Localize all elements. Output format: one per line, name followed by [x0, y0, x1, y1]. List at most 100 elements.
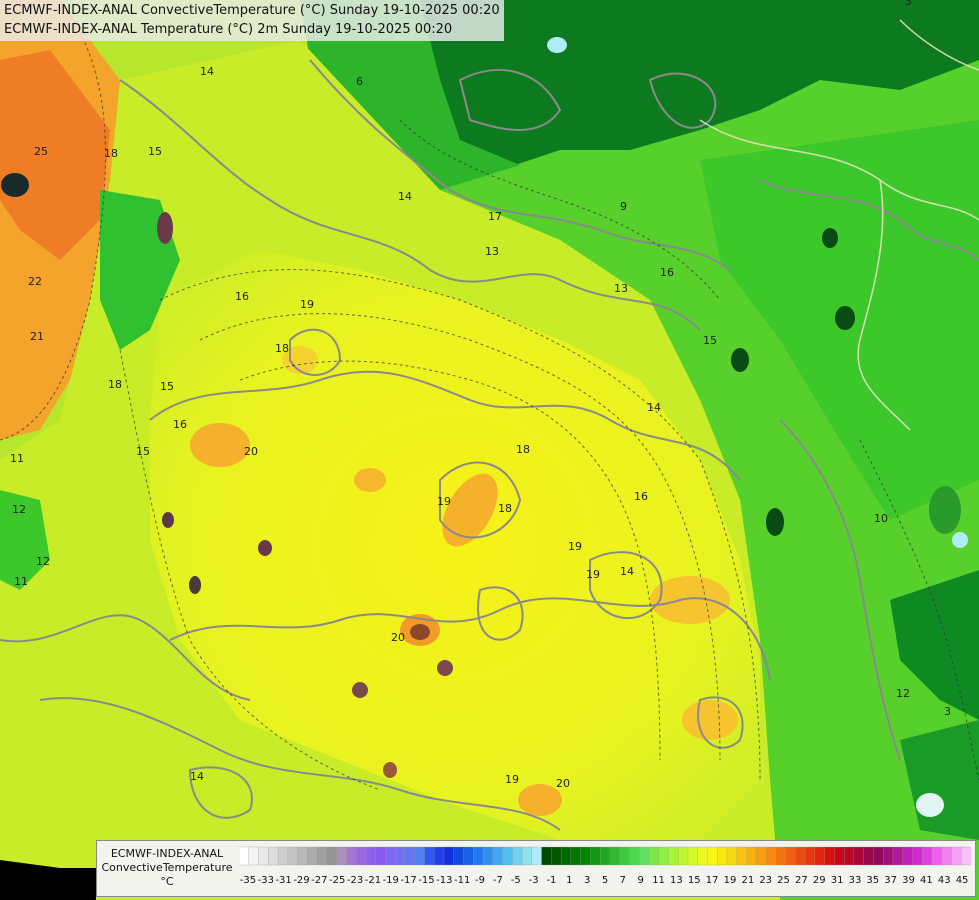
legend-swatch [395, 846, 406, 866]
contour-label: 12 [896, 687, 910, 700]
legend-swatch [512, 846, 523, 866]
contour-label: 18 [104, 147, 118, 160]
cold-spot [929, 486, 961, 534]
legend-swatch [629, 846, 640, 866]
legend-swatch [268, 846, 279, 866]
convective-spot [383, 762, 397, 778]
legend-swatch [619, 846, 630, 866]
legend-swatch [434, 846, 445, 866]
legend-swatch [560, 846, 572, 866]
legend-tick-label: -19 [383, 875, 399, 886]
legend-swatch [316, 846, 328, 866]
contour-label: 19 [437, 495, 451, 508]
legend-swatch [463, 846, 474, 866]
legend-swatch [473, 846, 484, 866]
convective-spot [766, 508, 784, 536]
cold-spot [916, 793, 944, 817]
legend-swatch [892, 846, 904, 866]
legend-tick-label: -13 [436, 875, 452, 886]
legend-swatch [765, 846, 777, 866]
contour-label: 13 [485, 245, 499, 258]
contour-label: 3 [944, 705, 951, 718]
contour-label: 12 [36, 555, 50, 568]
legend-tick-label: -23 [347, 875, 363, 886]
legend-tick-label: 7 [620, 875, 626, 886]
legend-tick-label: -1 [546, 875, 556, 886]
contour-label: 9 [620, 200, 627, 213]
legend-swatch [414, 846, 425, 866]
legend-swatch [678, 846, 689, 866]
contour-label: 15 [148, 145, 162, 158]
legend-swatch [873, 846, 884, 866]
legend-swatch [804, 846, 816, 866]
contour-label: 15 [703, 334, 717, 347]
legend-swatch [717, 846, 728, 866]
contour-label: 18 [108, 378, 122, 391]
legend-tick-label: -27 [311, 875, 327, 886]
contour-label: 15 [160, 380, 174, 393]
legend-swatch [570, 846, 582, 866]
weather-map: 1415141618191818191616192020192018141516… [0, 0, 979, 900]
legend-swatch [443, 846, 455, 866]
legend-tick-label: -25 [329, 875, 345, 886]
contour-label: 25 [34, 145, 48, 158]
contour-label: 16 [634, 490, 648, 503]
title-line-convective: ECMWF-INDEX-ANAL ConvectiveTemperature (… [4, 3, 500, 18]
convective-spot [162, 512, 174, 528]
orange-spot [682, 700, 738, 740]
convective-spot [410, 624, 430, 640]
legend-swatch [492, 846, 503, 866]
legend-swatch [707, 846, 718, 866]
legend-swatch [931, 846, 943, 866]
legend-swatch [795, 846, 806, 866]
legend-swatch [843, 846, 855, 866]
legend-tick-label: -17 [400, 875, 416, 886]
contour-label: 14 [620, 565, 634, 578]
contour-label: 20 [391, 631, 405, 644]
contour-label: 13 [614, 282, 628, 295]
legend-tick-label: 23 [759, 875, 772, 886]
legend-swatch [404, 846, 416, 866]
legend-swatch [326, 846, 338, 866]
legend-tick-label: 11 [652, 875, 665, 886]
contour-label: 10 [874, 512, 888, 525]
legend-tick-label: -11 [454, 875, 470, 886]
legend-tick-label: 13 [670, 875, 683, 886]
legend-tick-label: 19 [724, 875, 737, 886]
legend-tick-label: 21 [741, 875, 754, 886]
contour-label: 3 [905, 0, 912, 8]
legend-tick-label: 37 [884, 875, 897, 886]
legend-tick-label: -7 [493, 875, 503, 886]
contour-label: 22 [28, 275, 42, 288]
legend-tick-label: 17 [706, 875, 719, 886]
legend-tick-label: 9 [638, 875, 644, 886]
legend-tick-label: -3 [529, 875, 539, 886]
convective-spot [835, 306, 855, 330]
legend-swatch [726, 846, 738, 866]
legend-tick-label: 27 [795, 875, 808, 886]
contour-label: 19 [505, 773, 519, 786]
legend-tick-label: -29 [293, 875, 309, 886]
legend-tick-label: 33 [849, 875, 862, 886]
legend-tick-label: 41 [920, 875, 933, 886]
contour-label: 14 [647, 401, 661, 414]
contour-label: 11 [14, 575, 28, 588]
legend-tick-label: 15 [688, 875, 701, 886]
legend-tick-label: -5 [511, 875, 521, 886]
legend-swatch [287, 846, 299, 866]
legend-swatch [863, 846, 874, 866]
convective-spot [157, 212, 173, 244]
contour-label: 19 [586, 568, 600, 581]
legend-tick-label: 35 [866, 875, 879, 886]
legend-tick-label: 5 [602, 875, 608, 886]
convective-spot [189, 576, 201, 594]
legend-swatch [346, 846, 357, 866]
convective-spot [822, 228, 838, 248]
legend-tick-label: 29 [813, 875, 826, 886]
legend-swatch [941, 846, 952, 866]
legend-swatch [746, 846, 757, 866]
title-line-temperature: ECMWF-INDEX-ANAL Temperature (°C) 2m Sun… [4, 22, 453, 37]
legend-swatch [239, 846, 250, 866]
legend-tick-label: -15 [418, 875, 434, 886]
legend-swatch [775, 846, 787, 866]
